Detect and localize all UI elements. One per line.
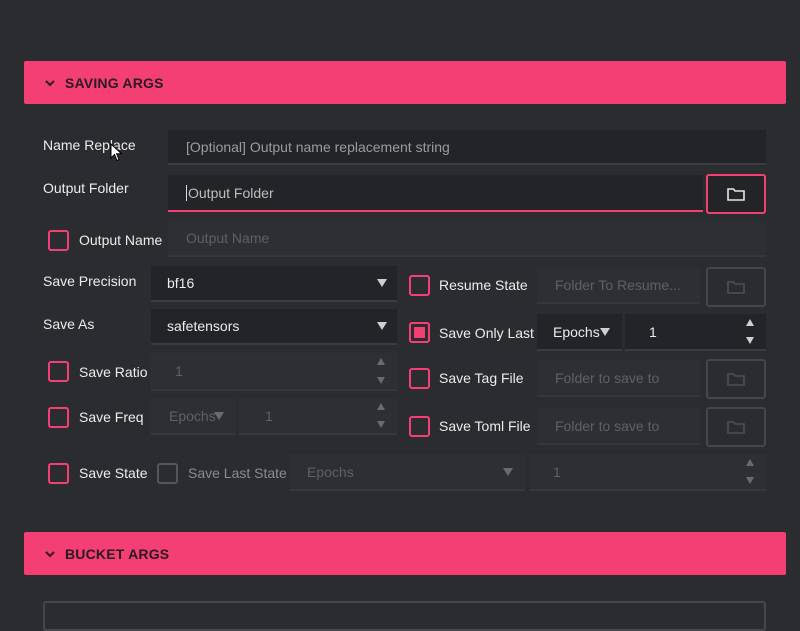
save-ratio-number[interactable]: 1 (151, 353, 397, 391)
folder-icon (727, 421, 745, 434)
save-precision-label: Save Precision (43, 273, 137, 289)
folder-icon (727, 188, 745, 201)
select-arrow-icon (600, 327, 610, 336)
output-name-input[interactable]: Output Name (168, 221, 766, 257)
chevron-down-icon (45, 79, 55, 86)
chevron-down-icon (45, 550, 55, 557)
resume-state-placeholder: Folder To Resume... (555, 276, 681, 293)
save-freq-number[interactable]: 1 (239, 398, 397, 435)
folder-icon (727, 281, 745, 294)
save-toml-file-label: Save Toml File (439, 418, 531, 434)
spin-up-icon[interactable] (377, 403, 385, 410)
save-tag-file-input[interactable]: Folder to save to (537, 360, 700, 397)
save-last-state-label: Save Last State (188, 465, 287, 481)
save-tag-file-browse-button[interactable] (706, 359, 766, 399)
mouse-pointer-icon (110, 143, 123, 162)
spin-up-icon[interactable] (746, 459, 754, 466)
save-as-label: Save As (43, 316, 95, 332)
save-ratio-value: 1 (175, 363, 183, 379)
save-as-select[interactable]: safetensors (151, 309, 397, 345)
output-folder-placeholder: Output Folder (188, 184, 274, 201)
resume-state-input[interactable]: Folder To Resume... (537, 267, 700, 304)
save-toml-file-placeholder: Folder to save to (555, 417, 660, 434)
save-last-state-number[interactable]: 1 (529, 454, 766, 491)
output-name-checkbox[interactable] (48, 230, 69, 251)
save-precision-value: bf16 (167, 275, 195, 291)
select-arrow-icon (377, 322, 387, 330)
spin-up-icon[interactable] (377, 358, 385, 365)
bucket-args-header[interactable]: BUCKET ARGS (24, 532, 786, 575)
save-toml-file-checkbox[interactable] (409, 416, 430, 437)
save-ratio-label: Save Ratio (79, 364, 148, 380)
bucket-args-title: BUCKET ARGS (65, 545, 170, 562)
name-replace-placeholder: [Optional] Output name replacement strin… (186, 138, 450, 155)
text-cursor (186, 184, 187, 201)
save-freq-checkbox[interactable] (48, 407, 69, 428)
resume-state-label: Resume State (439, 277, 528, 293)
bucket-args-panel (43, 601, 766, 631)
save-tag-file-label: Save Tag File (439, 370, 524, 386)
spin-down-icon[interactable] (377, 377, 385, 384)
select-arrow-icon (377, 279, 387, 287)
name-replace-input[interactable]: [Optional] Output name replacement strin… (168, 130, 766, 165)
save-as-value: safetensors (167, 318, 240, 334)
folder-icon (727, 373, 745, 386)
select-arrow-icon (214, 411, 224, 420)
save-last-state-checkbox[interactable] (157, 463, 178, 484)
save-precision-select[interactable]: bf16 (151, 266, 397, 302)
save-only-last-unit-value: Epochs (553, 323, 600, 340)
save-last-state-value: 1 (553, 463, 561, 480)
save-only-last-label: Save Only Last (439, 325, 534, 341)
save-freq-unit-select[interactable]: Epochs (151, 398, 236, 435)
save-freq-unit-value: Epochs (169, 407, 216, 424)
save-toml-file-browse-button[interactable] (706, 407, 766, 447)
saving-args-title: SAVING ARGS (65, 74, 164, 91)
save-tag-file-checkbox[interactable] (409, 368, 430, 389)
save-only-last-value: 1 (649, 323, 657, 340)
save-freq-value: 1 (265, 407, 273, 424)
output-folder-browse-button[interactable] (706, 174, 766, 214)
save-tag-file-placeholder: Folder to save to (555, 369, 660, 386)
save-last-state-unit-select[interactable]: Epochs (289, 454, 525, 491)
saving-args-header[interactable]: SAVING ARGS (24, 61, 786, 104)
save-only-last-unit-select[interactable]: Epochs (537, 314, 622, 351)
resume-state-browse-button[interactable] (706, 267, 766, 307)
save-ratio-checkbox[interactable] (48, 361, 69, 382)
spin-down-icon[interactable] (746, 337, 754, 344)
spin-down-icon[interactable] (377, 421, 385, 428)
save-only-last-checkbox[interactable] (409, 322, 430, 343)
save-last-state-unit-value: Epochs (307, 463, 354, 480)
save-only-last-number[interactable]: 1 (625, 314, 766, 351)
save-freq-label: Save Freq (79, 409, 144, 425)
save-state-checkbox[interactable] (48, 463, 69, 484)
save-state-label: Save State (79, 465, 148, 481)
output-folder-label: Output Folder (43, 180, 129, 196)
save-toml-file-input[interactable]: Folder to save to (537, 408, 700, 445)
output-name-placeholder: Output Name (186, 230, 270, 246)
resume-state-checkbox[interactable] (409, 275, 430, 296)
output-name-label: Output Name (79, 232, 163, 248)
spin-up-icon[interactable] (746, 319, 754, 326)
output-folder-input[interactable]: Output Folder (168, 175, 703, 212)
select-arrow-icon (503, 467, 513, 476)
spin-down-icon[interactable] (746, 477, 754, 484)
